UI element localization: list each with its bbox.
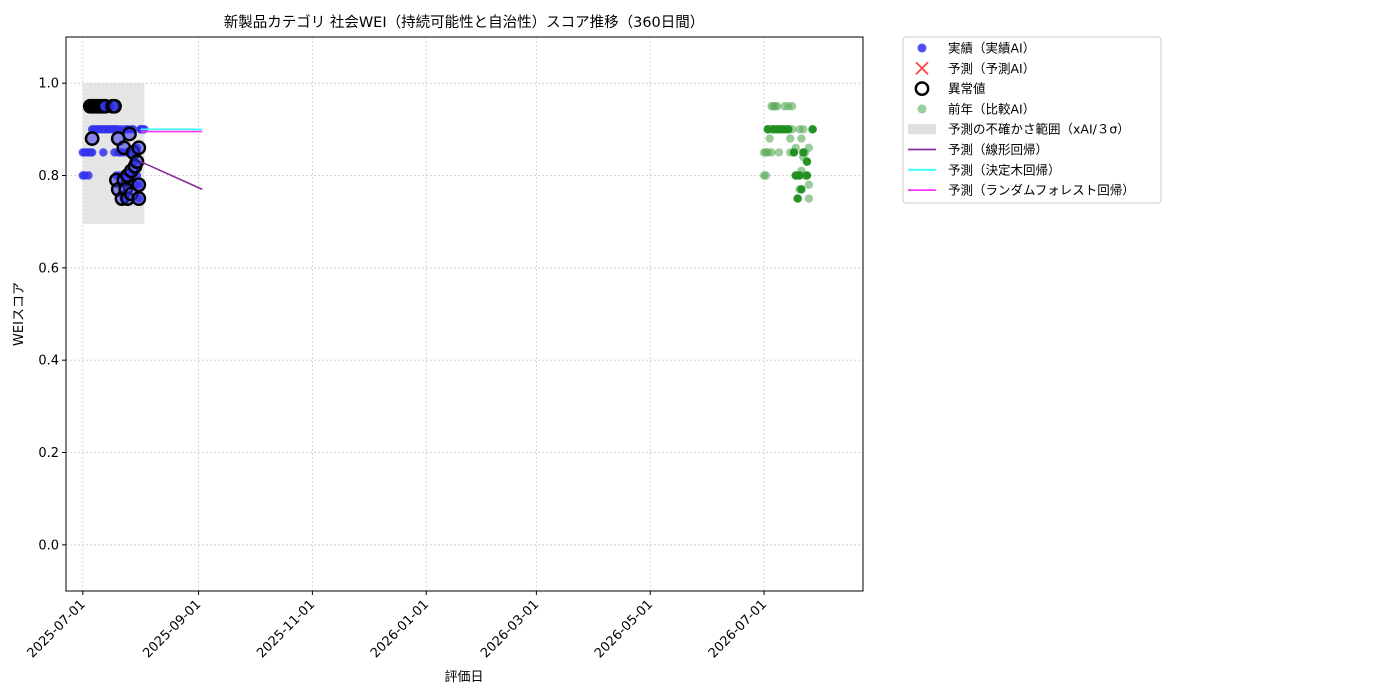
x-tick-label: 2025-07-01 [25, 597, 89, 661]
anomaly-point [131, 140, 147, 156]
forecast-lines [140, 128, 203, 191]
actual-point [84, 171, 93, 180]
legend-swatch-band [908, 124, 936, 135]
legend-label: 前年（比較AI） [948, 101, 1035, 116]
previous-year-point-dark [795, 171, 804, 180]
previous-year-point [774, 148, 784, 157]
y-tick-label: 1.0 [38, 77, 59, 92]
previous-year-point [786, 134, 795, 143]
data-points [78, 98, 817, 206]
anomaly-point [131, 191, 147, 206]
x-tick-label: 2025-09-01 [140, 597, 204, 661]
legend-label: 予測（ランダムフォレスト回帰） [948, 183, 1135, 198]
y-axis-ticks: 0.0 0.2 0.4 0.6 0.8 1.0 [38, 77, 66, 553]
previous-year-point-dark [802, 157, 812, 166]
previous-year-point [804, 180, 814, 189]
anomaly-point [122, 126, 137, 142]
legend-label: 予測（線形回帰） [948, 142, 1048, 157]
forecast-line [140, 160, 203, 191]
legend-label: 予測の不確かさ範囲（xAI/３σ） [948, 122, 1130, 137]
legend-label: 予測（決定木回帰） [948, 162, 1061, 177]
x-tick-label: 2025-11-01 [254, 597, 318, 661]
previous-year-point [787, 102, 797, 111]
previous-year-point-dark [808, 125, 817, 134]
previous-year-point-dark [797, 185, 806, 194]
previous-year-point-dark [802, 171, 812, 180]
previous-year-point-dark [789, 148, 799, 157]
x-tick-label: 2026-05-01 [592, 597, 656, 661]
previous-year-point [761, 171, 771, 180]
previous-year-point-dark [793, 194, 802, 203]
grid-lines [66, 37, 863, 591]
previous-year-point [797, 134, 806, 143]
chart-canvas: 新製品カテゴリ 社会WEI（持続可能性と自治性）スコア推移（360日間） 0.0… [12, 13, 1162, 685]
previous-year-point-dark [799, 148, 808, 157]
y-tick-label: 0.8 [38, 169, 59, 184]
x-axis-label: 評価日 [444, 670, 483, 685]
plot-area [65, 36, 864, 592]
actual-point [99, 148, 108, 157]
previous-year-point [765, 134, 774, 143]
legend-label: 予測（予測AI） [948, 61, 1035, 76]
y-axis-label: WEIスコア [12, 282, 27, 346]
x-tick-label: 2026-01-01 [368, 597, 432, 661]
y-tick-label: 0.2 [38, 446, 59, 461]
x-tick-label: 2026-03-01 [478, 597, 542, 661]
y-tick-label: 0.6 [38, 261, 59, 276]
actual-point [87, 148, 97, 157]
x-axis-ticks: 2025-07-01 2025-09-01 2025-11-01 2026-01-01… [25, 591, 770, 661]
anomaly-point [131, 177, 147, 193]
legend-swatch-previous-year [917, 104, 927, 114]
previous-year-point [799, 125, 808, 134]
y-tick-label: 0.4 [38, 354, 59, 369]
legend: 実績（実績AI） 予測（予測AI） 異常値前年（比較AI） 予測の不確かさ範囲（xAI… [902, 36, 1162, 204]
chart-title: 新製品カテゴリ 社会WEI（持続可能性と自治性）スコア推移（360日間） [224, 13, 705, 31]
previous-year-point-dark [784, 125, 793, 134]
plot-frame [65, 36, 864, 592]
legend-label: 異常値 [948, 81, 986, 96]
legend-swatch-actual [917, 43, 927, 53]
y-tick-label: 0.0 [38, 538, 59, 553]
x-tick-label: 2026-07-01 [706, 597, 770, 661]
anomaly-point [107, 98, 122, 114]
previous-year-point [767, 148, 776, 157]
previous-year-point [772, 102, 782, 111]
previous-year-point [804, 194, 814, 203]
legend-label: 実績（実績AI） [948, 41, 1035, 56]
anomaly-point [84, 131, 100, 146]
